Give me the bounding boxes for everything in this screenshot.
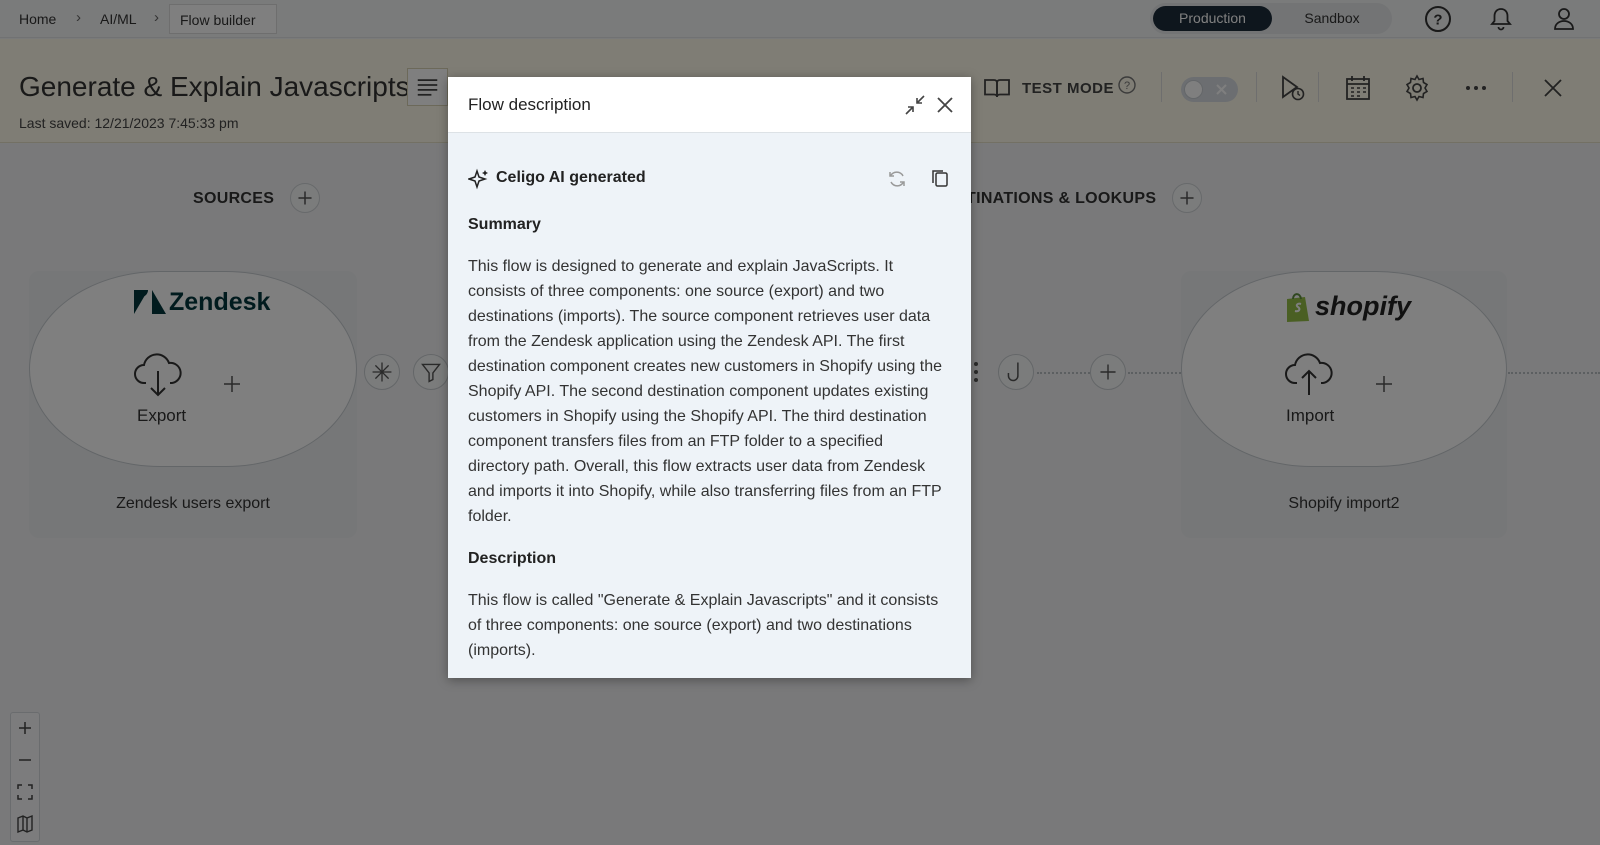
summary-heading: Summary — [468, 216, 541, 233]
modal-title: Flow description — [468, 95, 591, 114]
close-icon[interactable] — [932, 92, 958, 118]
flow-description-modal: Flow description Celigo AI generated Sum… — [448, 77, 971, 678]
modal-header: Flow description — [448, 77, 971, 133]
description-text: This flow is called "Generate & Explain … — [468, 592, 939, 659]
description-heading: Description — [468, 550, 557, 567]
ai-generated-label: Celigo AI generated — [496, 169, 646, 186]
refresh-icon[interactable] — [886, 168, 908, 190]
summary-text: This flow is designed to generate and ex… — [468, 258, 943, 525]
collapse-icon[interactable] — [902, 92, 928, 118]
sparkle-icon — [468, 168, 488, 190]
copy-icon[interactable] — [929, 168, 951, 190]
